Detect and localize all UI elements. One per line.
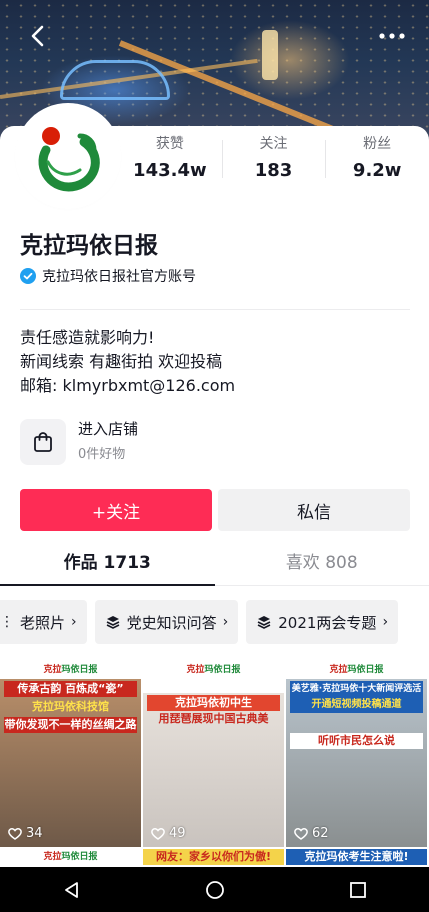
avatar[interactable]	[18, 106, 118, 206]
verified-badge: 克拉玛依日报社官方账号	[20, 266, 196, 286]
video-caption: 带你发现不一样的丝绸之路	[4, 717, 137, 733]
heart-icon	[151, 828, 165, 840]
bio-line: 新闻线索 有趣街拍 欢迎投稿	[20, 352, 223, 371]
shop-entry[interactable]: 进入店铺 0件好物	[20, 418, 138, 466]
video-caption: 克拉玛依科技馆	[32, 700, 109, 713]
logo-icon	[38, 127, 100, 192]
chip-dots-icon: ⋮	[0, 614, 14, 630]
video-caption: 用琵琶展现中国古典美	[158, 712, 269, 725]
chip-old-photos[interactable]: ⋮ 老照片 ›	[0, 600, 87, 644]
like-count: 49	[151, 826, 186, 841]
chip-label: 老照片	[20, 613, 66, 632]
video-caption: 传承古韵 百炼成“瓷”	[4, 681, 137, 697]
bio-line: 责任感造就影响力!	[20, 328, 155, 347]
back-button[interactable]	[24, 22, 52, 50]
stat-likes[interactable]: 获赞 143.4w	[118, 134, 222, 184]
video-caption: 开通短视频投稿通道	[290, 697, 423, 713]
verified-check-icon	[20, 268, 36, 284]
heart-icon	[294, 828, 308, 840]
bio-line: 邮箱: klmyrbxmt@126.com	[20, 376, 236, 395]
follow-button[interactable]: +关注	[20, 489, 212, 531]
thumb-brand: 克拉玛依日报	[43, 852, 98, 862]
layers-icon	[106, 616, 119, 629]
collection-chips: ⋮ 老照片 › 党史知识问答 › 2021两会专题 ›	[0, 600, 429, 644]
square-recents-icon	[349, 881, 366, 898]
shop-title: 进入店铺	[78, 420, 139, 438]
chevron-left-icon	[31, 25, 44, 47]
tab-likes[interactable]: 喜欢 808	[215, 542, 429, 585]
video-thumb[interactable]: 克拉玛依日报 美艺雅·克拉玛依十大新闻评选活动 开通短视频投稿通道 听听市民怎么…	[286, 657, 427, 847]
chip-label: 2021两会专题	[278, 613, 377, 632]
stats-bar: 获赞 143.4w 关注 183 粉丝 9.2w	[118, 134, 429, 184]
thumb-brand: 克拉玛依日报	[43, 664, 98, 675]
thumb-brand: 克拉玛依日报	[329, 664, 384, 675]
system-nav-bar	[0, 867, 429, 912]
video-thumb-partial[interactable]: 网友：家乡以你们为傲!	[143, 849, 284, 865]
video-thumb-partial[interactable]: 克拉玛依考生注意啦!	[286, 849, 427, 865]
shop-subtitle: 0件好物	[78, 447, 126, 462]
bio: 责任感造就影响力! 新闻线索 有趣街拍 欢迎投稿 邮箱: klmyrbxmt@1…	[20, 326, 235, 398]
circle-home-icon	[205, 880, 224, 899]
verified-text: 克拉玛依日报社官方账号	[42, 269, 196, 285]
heart-icon	[8, 828, 22, 840]
video-thumb[interactable]: 克拉玛依日报 克拉玛依初中生 用琵琶展现中国古典美 49	[143, 657, 284, 847]
divider	[20, 309, 410, 310]
more-dots-icon	[379, 33, 405, 39]
video-caption: 克拉玛依初中生	[147, 695, 280, 711]
shopping-bag-icon	[34, 432, 52, 452]
chip-party-history[interactable]: 党史知识问答 ›	[94, 600, 239, 644]
stat-followers[interactable]: 粉丝 9.2w	[325, 134, 429, 184]
stat-following[interactable]: 关注 183	[221, 134, 326, 184]
video-thumb[interactable]: 克拉玛依日报 传承古韵 百炼成“瓷” 克拉玛依科技馆 带你发现不一样的丝绸之路 …	[0, 657, 141, 847]
shop-icon-box	[20, 419, 66, 465]
chevron-right-icon: ›	[382, 614, 389, 630]
video-caption: 听听市民怎么说	[290, 733, 423, 749]
more-button[interactable]	[375, 22, 409, 50]
like-count: 62	[294, 826, 329, 841]
thumb-brand: 克拉玛依日报	[186, 664, 241, 675]
nav-home-button[interactable]	[195, 870, 235, 910]
like-count: 34	[8, 826, 43, 841]
chevron-right-icon: ›	[71, 614, 77, 630]
chip-two-sessions[interactable]: 2021两会专题 ›	[246, 600, 399, 644]
tab-works[interactable]: 作品 1713	[0, 542, 215, 586]
video-grid: 克拉玛依日报 传承古韵 百炼成“瓷” 克拉玛依科技馆 带你发现不一样的丝绸之路 …	[0, 657, 429, 867]
video-thumb-partial[interactable]: 克拉玛依日报	[0, 849, 141, 865]
chip-label: 党史知识问答	[126, 613, 217, 632]
profile-tabs: 作品 1713 喜欢 808	[0, 542, 429, 586]
chevron-right-icon: ›	[222, 614, 229, 630]
layers-icon	[257, 616, 271, 629]
triangle-back-icon	[64, 881, 78, 898]
nav-recents-button[interactable]	[338, 870, 378, 910]
nav-back-button[interactable]	[52, 870, 92, 910]
message-button[interactable]: 私信	[218, 489, 410, 531]
profile-name: 克拉玛依日报	[20, 233, 158, 259]
